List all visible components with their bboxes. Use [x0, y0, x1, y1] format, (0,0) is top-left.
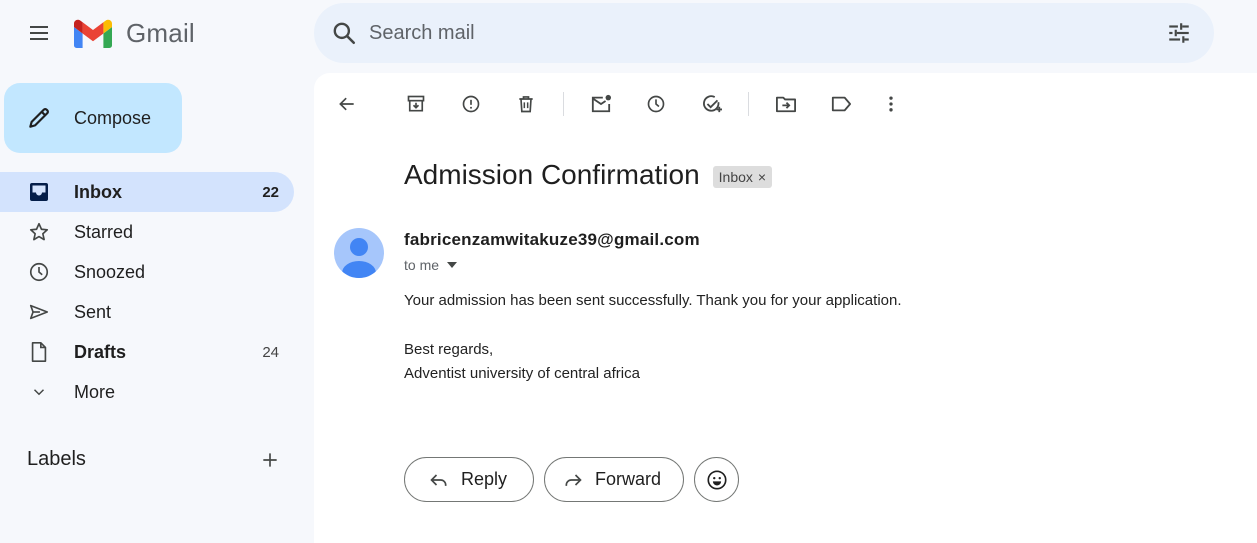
delete-icon: [516, 94, 536, 114]
pencil-icon: [26, 105, 52, 131]
search-bar[interactable]: [314, 3, 1214, 63]
clock-icon: [28, 262, 50, 282]
compose-button[interactable]: Compose: [4, 83, 182, 153]
recipient-label: to me: [404, 257, 440, 273]
sidebar-nav: Inbox 22 Starred Snoozed Sent Drafts 24 …: [0, 172, 294, 412]
chevron-down-icon: [28, 382, 50, 402]
main-menu-button[interactable]: [19, 13, 59, 53]
sidebar-item-drafts[interactable]: Drafts 24: [0, 332, 294, 372]
drafts-count: 24: [262, 343, 279, 361]
subject-row: Admission Confirmation Inbox ×: [404, 159, 773, 191]
compose-label: Compose: [74, 107, 152, 128]
star-icon: [28, 222, 50, 242]
sidebar-item-label: Starred: [74, 221, 134, 242]
caret-down-icon[interactable]: [447, 262, 458, 268]
reply-button[interactable]: Reply: [404, 457, 534, 502]
reply-icon: [429, 470, 449, 490]
add-to-tasks-icon: [701, 94, 723, 114]
email-body-line: Your admission has been sent successfull…: [404, 292, 902, 309]
sidebar-item-more[interactable]: More: [0, 372, 294, 412]
forward-label: Forward: [595, 469, 662, 489]
label-chip-text: Inbox: [718, 168, 753, 185]
unread-count: 22: [262, 183, 279, 201]
label-chip-inbox[interactable]: Inbox ×: [712, 165, 773, 188]
mark-unread-button[interactable]: [586, 89, 616, 119]
add-to-tasks-button[interactable]: [697, 89, 727, 119]
snooze-icon: [646, 94, 666, 114]
send-icon: [28, 302, 50, 322]
email-body-line: Best regards,: [404, 341, 494, 358]
sidebar-item-label: Snoozed: [74, 261, 146, 282]
forward-icon: [563, 470, 583, 490]
smiley-icon: [706, 469, 728, 491]
forward-button[interactable]: Forward: [544, 457, 684, 502]
back-arrow-icon: [337, 94, 357, 114]
sidebar-item-label: Sent: [74, 301, 112, 322]
app-name: Gmail: [126, 18, 195, 48]
sidebar-item-label: More: [74, 381, 116, 402]
search-icon[interactable]: [331, 20, 357, 46]
back-button[interactable]: [332, 89, 362, 119]
sender-avatar[interactable]: [334, 228, 384, 278]
move-to-icon: [775, 94, 797, 114]
recipient-details[interactable]: to me: [404, 257, 458, 273]
sender-email[interactable]: fabricenzamwitakuze39@gmail.com: [404, 230, 700, 250]
hamburger-menu-icon: [27, 21, 51, 45]
sidebar-item-inbox[interactable]: Inbox 22: [0, 172, 294, 212]
report-spam-icon: [461, 94, 481, 114]
plus-icon[interactable]: [258, 448, 282, 472]
toolbar-divider: [563, 92, 564, 116]
sidebar-item-label: Inbox: [74, 181, 122, 202]
email-body-line: Adventist university of central africa: [404, 365, 640, 382]
emoji-react-button[interactable]: [694, 457, 739, 502]
move-to-button[interactable]: [771, 89, 801, 119]
archive-icon: [406, 94, 426, 114]
draft-file-icon: [28, 342, 50, 362]
message-toolbar: [314, 89, 934, 119]
sidebar-item-snoozed[interactable]: Snoozed: [0, 252, 294, 292]
sidebar-item-sent[interactable]: Sent: [0, 292, 294, 332]
gmail-logo[interactable]: Gmail: [74, 18, 195, 49]
report-spam-button[interactable]: [456, 89, 486, 119]
labels-title: Labels: [27, 448, 86, 470]
labels-button[interactable]: [826, 89, 856, 119]
more-options-button[interactable]: [876, 89, 906, 119]
more-vert-icon: [881, 94, 901, 114]
search-options-icon[interactable]: [1166, 20, 1192, 46]
snooze-button[interactable]: [641, 89, 671, 119]
labels-section: Labels: [27, 448, 292, 474]
delete-button[interactable]: [511, 89, 541, 119]
archive-button[interactable]: [401, 89, 431, 119]
remove-label-icon[interactable]: ×: [758, 169, 766, 185]
email-subject: Admission Confirmation: [404, 159, 700, 190]
label-icon: [830, 94, 852, 114]
reply-label: Reply: [461, 469, 508, 489]
search-input[interactable]: [369, 21, 1129, 45]
mark-unread-icon: [590, 94, 612, 114]
gmail-m-logo-icon: [74, 19, 112, 48]
message-panel: Admission Confirmation Inbox × fabricenz…: [314, 73, 1257, 543]
sidebar-item-starred[interactable]: Starred: [0, 212, 294, 252]
inbox-icon: [28, 182, 50, 202]
toolbar-divider: [748, 92, 749, 116]
sidebar-item-label: Drafts: [74, 341, 127, 362]
